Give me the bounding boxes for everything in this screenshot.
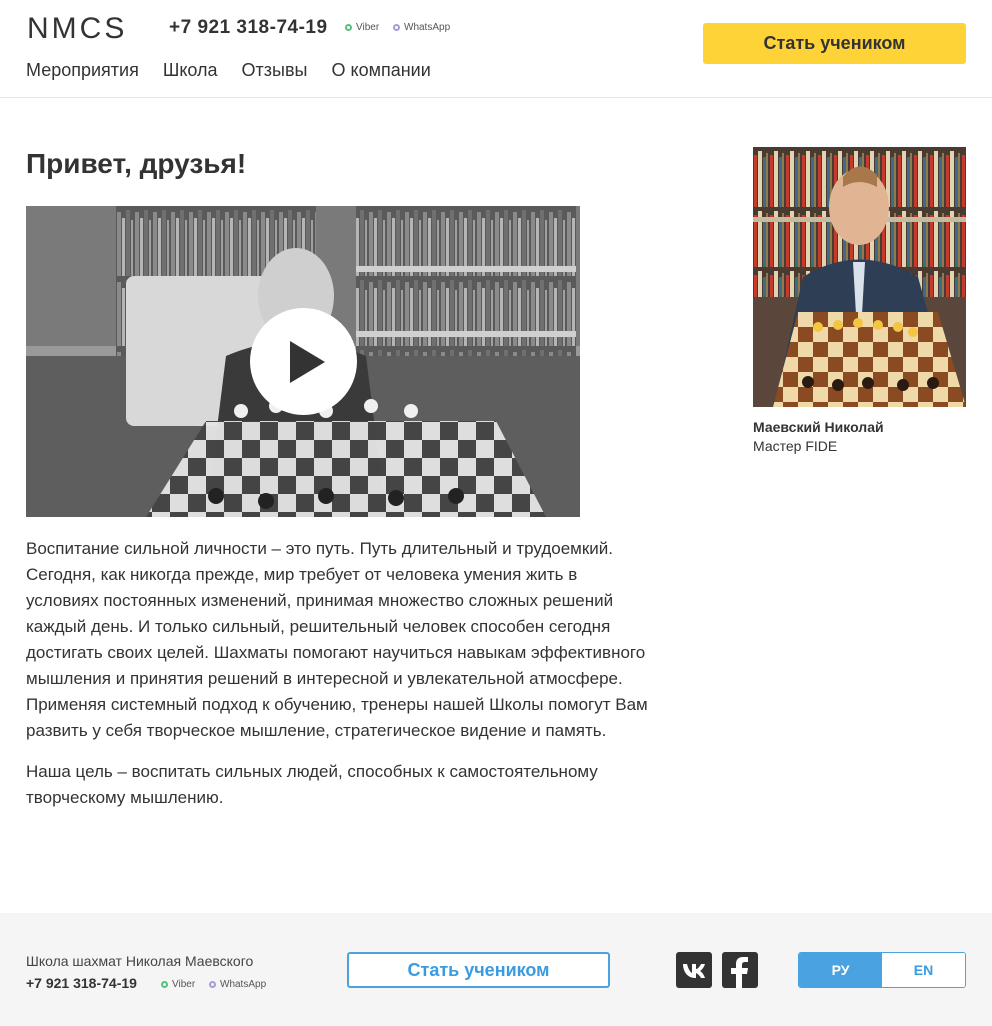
- lang-en-button[interactable]: EN: [882, 953, 965, 987]
- coach-name: Маевский Николай: [753, 419, 884, 435]
- footer-phone[interactable]: +7 921 318-74-19: [26, 975, 137, 991]
- become-student-button[interactable]: Стать учеником: [703, 23, 966, 64]
- footer-become-student-button[interactable]: Стать учеником: [347, 952, 610, 988]
- site-footer: Школа шахмат Николая Маевского +7 921 31…: [0, 913, 992, 1026]
- coach-photo-image: [753, 147, 966, 407]
- whatsapp-link[interactable]: WhatsApp: [393, 22, 450, 33]
- nav-item-reviews[interactable]: Отзывы: [242, 60, 308, 81]
- goal-paragraph: Наша цель – воспитать сильных людей, спо…: [26, 762, 598, 807]
- viber-dot-icon: [161, 981, 168, 988]
- footer-whatsapp-label: WhatsApp: [220, 979, 267, 990]
- viber-dot-icon: [345, 24, 352, 31]
- footer-whatsapp-link[interactable]: WhatsApp: [209, 979, 266, 990]
- facebook-icon[interactable]: [722, 952, 758, 988]
- nav-item-events[interactable]: Мероприятия: [26, 60, 139, 81]
- intro-text: Воспитание сильной личности – это путь. …: [26, 536, 651, 826]
- footer-school-name: Школа шахмат Николая Маевского: [26, 953, 254, 969]
- vk-icon[interactable]: [676, 952, 712, 988]
- whatsapp-dot-icon: [209, 981, 216, 988]
- page-title: Привет, друзья!: [26, 148, 247, 179]
- logo[interactable]: NMCS: [27, 14, 127, 44]
- nav-item-school[interactable]: Школа: [163, 60, 218, 81]
- coach-title: Мастер FIDE: [753, 438, 838, 454]
- whatsapp-dot-icon: [393, 24, 400, 31]
- intro-paragraph: Воспитание сильной личности – это путь. …: [26, 539, 648, 740]
- header-phone[interactable]: +7 921 318-74-19: [169, 17, 328, 39]
- intro-video[interactable]: [26, 206, 580, 517]
- lang-ru-button[interactable]: РУ: [799, 953, 882, 987]
- main-nav: Мероприятия Школа Отзывы О компании: [26, 60, 455, 81]
- coach-photo: [753, 147, 966, 407]
- viber-label: Viber: [356, 22, 380, 33]
- nav-item-about[interactable]: О компании: [331, 60, 430, 81]
- footer-viber-label: Viber: [172, 979, 196, 990]
- play-icon[interactable]: [250, 308, 357, 415]
- whatsapp-label: WhatsApp: [404, 22, 451, 33]
- language-switcher: РУ EN: [798, 952, 966, 988]
- viber-link[interactable]: Viber: [345, 22, 379, 33]
- site-header: NMCS +7 921 318-74-19 Viber WhatsApp Ста…: [0, 0, 992, 98]
- footer-viber-link[interactable]: Viber: [161, 979, 195, 990]
